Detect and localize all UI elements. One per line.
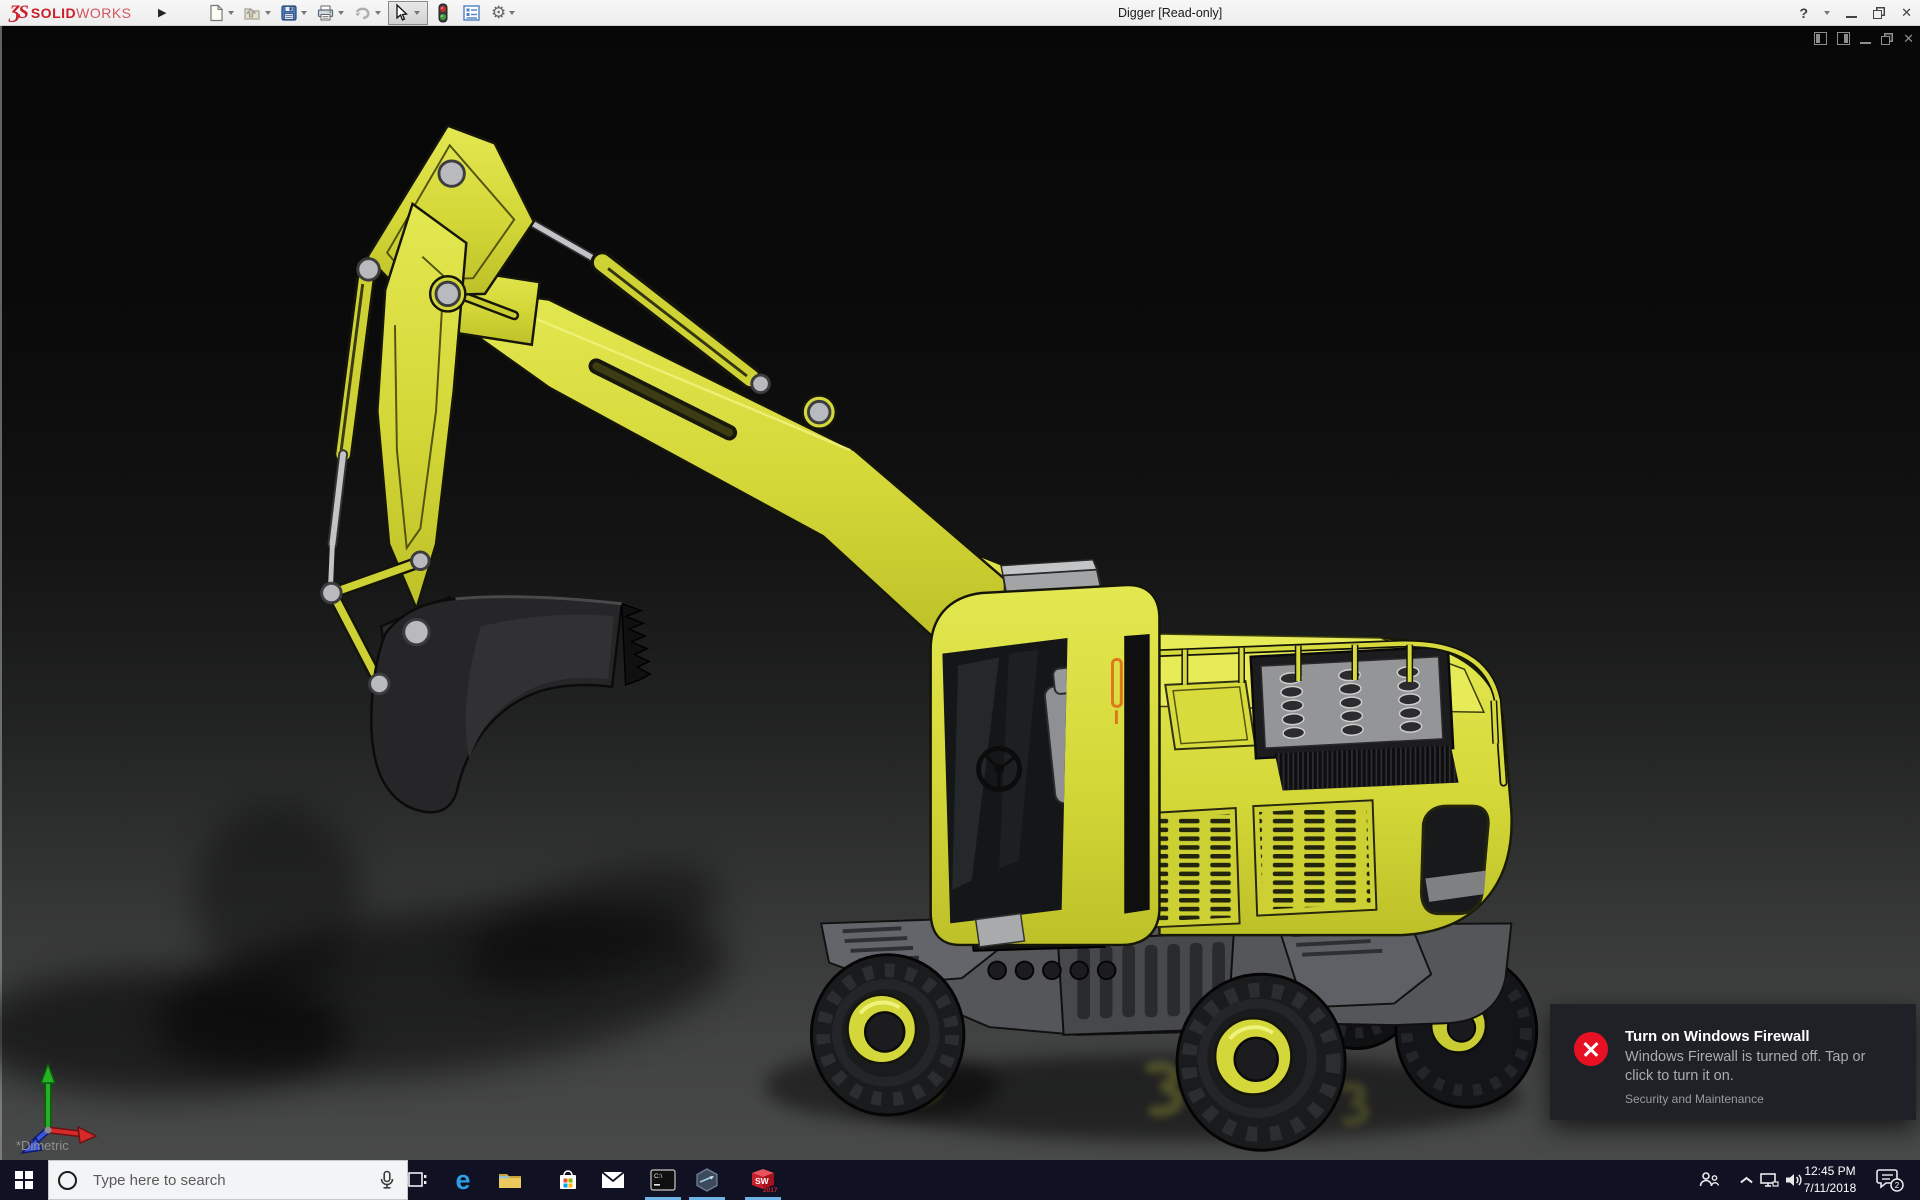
toast-source: Security and Maintenance bbox=[1625, 1092, 1764, 1106]
file-explorer-button[interactable] bbox=[488, 1160, 532, 1200]
command-prompt-icon: C:\ bbox=[650, 1169, 676, 1191]
windows-logo-icon bbox=[15, 1171, 33, 1189]
file-explorer-icon bbox=[499, 1174, 521, 1188]
app-window-controls: ? ✕ bbox=[1800, 0, 1912, 26]
bucket-teeth bbox=[620, 602, 652, 686]
document-title: Digger [Read-only] bbox=[1118, 6, 1223, 20]
taskbar-clock[interactable]: 12:45 PM 7/11/2018 bbox=[1798, 1163, 1862, 1197]
taskbar-search[interactable] bbox=[48, 1160, 408, 1200]
open-button[interactable] bbox=[241, 1, 278, 25]
x-axis-arrow bbox=[77, 1125, 98, 1145]
svg-text:2017: 2017 bbox=[763, 1187, 778, 1193]
toast-message: Windows Firewall is turned off. Tap or c… bbox=[1625, 1049, 1866, 1084]
edge-button[interactable]: e bbox=[441, 1160, 485, 1200]
minimize-button[interactable] bbox=[1846, 16, 1858, 18]
options-button[interactable]: ⚙ bbox=[489, 1, 522, 25]
solidworks-taskbar-button[interactable]: SW 2017 bbox=[741, 1160, 785, 1200]
document-close-icon[interactable]: ✕ bbox=[1903, 32, 1914, 45]
pane-right-icon[interactable] bbox=[1837, 32, 1851, 45]
print-icon bbox=[317, 5, 334, 21]
undo-icon bbox=[355, 7, 370, 20]
toast-text: Turn on Windows Firewall Windows Firewal… bbox=[1625, 1028, 1897, 1120]
save-icon bbox=[281, 5, 297, 21]
people-button[interactable] bbox=[1694, 1160, 1724, 1200]
search-input[interactable] bbox=[91, 1170, 367, 1190]
document-window-controls: ✕ bbox=[1814, 32, 1914, 45]
store-button[interactable] bbox=[546, 1160, 590, 1200]
start-button[interactable] bbox=[0, 1160, 48, 1200]
cortana-icon[interactable] bbox=[58, 1170, 77, 1190]
help-button[interactable]: ? bbox=[1800, 5, 1809, 21]
solidworks-logo-bold: SOLID bbox=[30, 5, 77, 21]
solidworks-title-bar: ƷS SOLID WORKS ▶ ⚙ Digger [Read-only] ? … bbox=[0, 0, 1920, 26]
network-icon bbox=[1760, 1173, 1779, 1187]
svg-text:C:\: C:\ bbox=[654, 1173, 663, 1180]
task-view-button[interactable] bbox=[395, 1160, 439, 1200]
document-minimize-icon[interactable] bbox=[1860, 42, 1872, 44]
network-button[interactable] bbox=[1756, 1160, 1782, 1200]
model-digger[interactable] bbox=[0, 26, 1920, 1160]
mail-button[interactable] bbox=[591, 1160, 635, 1200]
close-button[interactable]: ✕ bbox=[1901, 5, 1912, 21]
restore-button[interactable] bbox=[1873, 10, 1883, 19]
open-folder-icon bbox=[244, 8, 260, 20]
properties-button[interactable] bbox=[460, 1, 483, 25]
new-dropdown-caret[interactable] bbox=[228, 11, 234, 15]
view-orientation-label: *Dimetric bbox=[16, 1138, 69, 1153]
svg-text:SW: SW bbox=[755, 1176, 770, 1186]
command-prompt-button[interactable]: C:\ bbox=[641, 1160, 685, 1200]
menu-expand-arrow[interactable]: ▶ bbox=[158, 6, 166, 19]
undo-dropdown-caret[interactable] bbox=[375, 11, 381, 15]
quick-access-toolbar: ⚙ bbox=[205, 0, 522, 26]
save-button[interactable] bbox=[278, 1, 314, 25]
action-center-icon: 2 bbox=[1876, 1169, 1904, 1192]
bucket-assembly bbox=[320, 550, 652, 814]
solidworks-logo-glyph: ƷS bbox=[10, 2, 29, 23]
3d-viewer-icon bbox=[696, 1168, 718, 1192]
firewall-notification-toast[interactable]: Turn on Windows Firewall Windows Firewal… bbox=[1550, 1004, 1916, 1120]
taskbar: e C:\ bbox=[0, 1160, 1920, 1200]
pane-left-icon[interactable] bbox=[1814, 32, 1828, 45]
select-dropdown-caret[interactable] bbox=[414, 11, 420, 15]
boom-assembly bbox=[327, 124, 1109, 649]
new-document-icon bbox=[210, 4, 224, 22]
mail-icon bbox=[601, 1171, 625, 1188]
tray-date: 7/11/2018 bbox=[1803, 1181, 1857, 1195]
action-center-button[interactable]: 2 bbox=[1872, 1160, 1908, 1200]
solidworks-logo: ƷS SOLID WORKS bbox=[10, 2, 132, 24]
solidworks-logo-light: WORKS bbox=[76, 5, 132, 21]
rebuild-button[interactable] bbox=[434, 1, 452, 25]
notification-badge: 2 bbox=[1895, 1181, 1900, 1190]
people-icon bbox=[1699, 1172, 1720, 1187]
new-document-button[interactable] bbox=[205, 1, 241, 25]
traffic-light-icon bbox=[438, 3, 448, 23]
y-axis-arrow bbox=[39, 1061, 57, 1084]
cab bbox=[929, 558, 1161, 948]
desktop: ƷS SOLID WORKS ▶ ⚙ Digger [Read-only] ? … bbox=[0, 0, 1920, 1200]
graphics-viewport[interactable]: ✕ *Dimetric bbox=[0, 26, 1920, 1160]
print-dropdown-caret[interactable] bbox=[338, 11, 344, 15]
microphone-icon[interactable] bbox=[379, 1170, 395, 1190]
open-dropdown-caret[interactable] bbox=[265, 11, 271, 15]
properties-list-icon bbox=[463, 5, 480, 21]
document-restore-icon[interactable] bbox=[1881, 35, 1891, 45]
select-tool-button[interactable] bbox=[388, 1, 428, 25]
tray-overflow-button[interactable] bbox=[1734, 1160, 1758, 1200]
undo-button[interactable] bbox=[351, 1, 388, 25]
print-button[interactable] bbox=[314, 1, 351, 25]
task-view-icon bbox=[406, 1172, 427, 1187]
store-icon bbox=[560, 1170, 576, 1189]
edge-icon: e bbox=[455, 1164, 471, 1195]
gear-icon: ⚙ bbox=[491, 3, 507, 22]
toast-title: Turn on Windows Firewall bbox=[1625, 1028, 1810, 1045]
chevron-up-icon bbox=[1741, 1175, 1751, 1185]
3d-viewer-button[interactable] bbox=[685, 1160, 729, 1200]
options-dropdown-caret[interactable] bbox=[509, 11, 516, 15]
solidworks-app-icon: SW 2017 bbox=[752, 1169, 778, 1193]
tray-time: 12:45 PM bbox=[1804, 1164, 1856, 1178]
error-x-icon bbox=[1574, 1032, 1608, 1066]
save-dropdown-caret[interactable] bbox=[301, 11, 307, 15]
select-cursor-icon bbox=[396, 3, 408, 21]
help-dropdown-caret[interactable] bbox=[1824, 11, 1831, 15]
